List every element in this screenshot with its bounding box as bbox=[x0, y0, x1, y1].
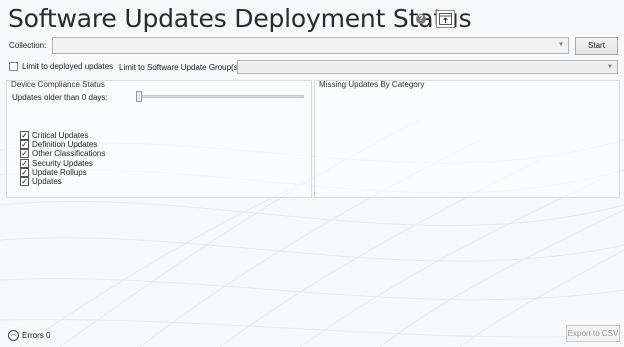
checkmark-icon[interactable]: ✓ bbox=[20, 149, 29, 159]
category-label: Critical Updates bbox=[32, 131, 89, 141]
limit-group-label: Limit to Software Update Group(s): bbox=[119, 63, 243, 72]
checkmark-icon[interactable]: ✓ bbox=[20, 177, 29, 187]
category-label: Update Rollups bbox=[32, 167, 87, 177]
collection-dropdown[interactable]: ▼ bbox=[52, 37, 569, 54]
category-item-security[interactable]: ✓ Security Updates bbox=[20, 158, 105, 168]
category-item-rollups[interactable]: ✓ Update Rollups bbox=[20, 167, 105, 177]
start-button[interactable]: Start bbox=[575, 37, 618, 55]
days-slider-label: Updates older than 0 days: bbox=[12, 93, 108, 102]
days-slider-thumb[interactable] bbox=[136, 91, 142, 102]
export-csv-button[interactable]: Export to CSV bbox=[566, 325, 620, 342]
chevron-down-icon: ▼ bbox=[558, 42, 564, 48]
limit-deployed-label: Limit to deployed updates bbox=[22, 62, 114, 71]
update-group-dropdown[interactable]: ▼ bbox=[237, 60, 618, 74]
chevron-down-icon: ▼ bbox=[607, 64, 613, 70]
errors-label[interactable]: Errors 0 bbox=[22, 331, 50, 340]
category-label: Security Updates bbox=[32, 158, 93, 168]
limit-deployed-checkbox[interactable] bbox=[9, 62, 18, 71]
collection-label: Collection: bbox=[9, 41, 47, 50]
category-item-other[interactable]: ✓ Other Classifications bbox=[20, 149, 106, 159]
missing-updates-title: Missing Updates By Category bbox=[319, 80, 425, 89]
category-item-critical[interactable]: ✓ Critical Updates bbox=[20, 131, 105, 141]
category-label: Updates bbox=[32, 177, 62, 187]
category-label: Other Classifications bbox=[32, 149, 106, 159]
checkmark-icon[interactable]: ✓ bbox=[20, 140, 29, 150]
category-item-updates[interactable]: ✓ Updates bbox=[20, 177, 105, 187]
export-window-icon[interactable] bbox=[436, 10, 455, 28]
page-title: Software Updates Deployment Status bbox=[8, 4, 472, 33]
help-icon[interactable]: ? bbox=[416, 14, 426, 24]
checkmark-icon[interactable]: ✓ bbox=[20, 158, 29, 168]
chevron-up-circle-icon[interactable]: ︿ bbox=[8, 330, 19, 341]
checkmark-icon[interactable]: ✓ bbox=[20, 167, 29, 177]
category-item-definition[interactable]: ✓ Definition Updates bbox=[20, 140, 105, 150]
checkmark-icon[interactable]: ✓ bbox=[20, 131, 29, 141]
missing-updates-panel bbox=[314, 80, 620, 198]
category-checkbox-list: ✓ Critical Updates ✓ Definition Updates … bbox=[20, 131, 106, 187]
category-label: Definition Updates bbox=[32, 140, 98, 150]
device-compliance-title: Device Compliance Status bbox=[11, 80, 105, 89]
days-slider-track[interactable] bbox=[136, 95, 304, 98]
